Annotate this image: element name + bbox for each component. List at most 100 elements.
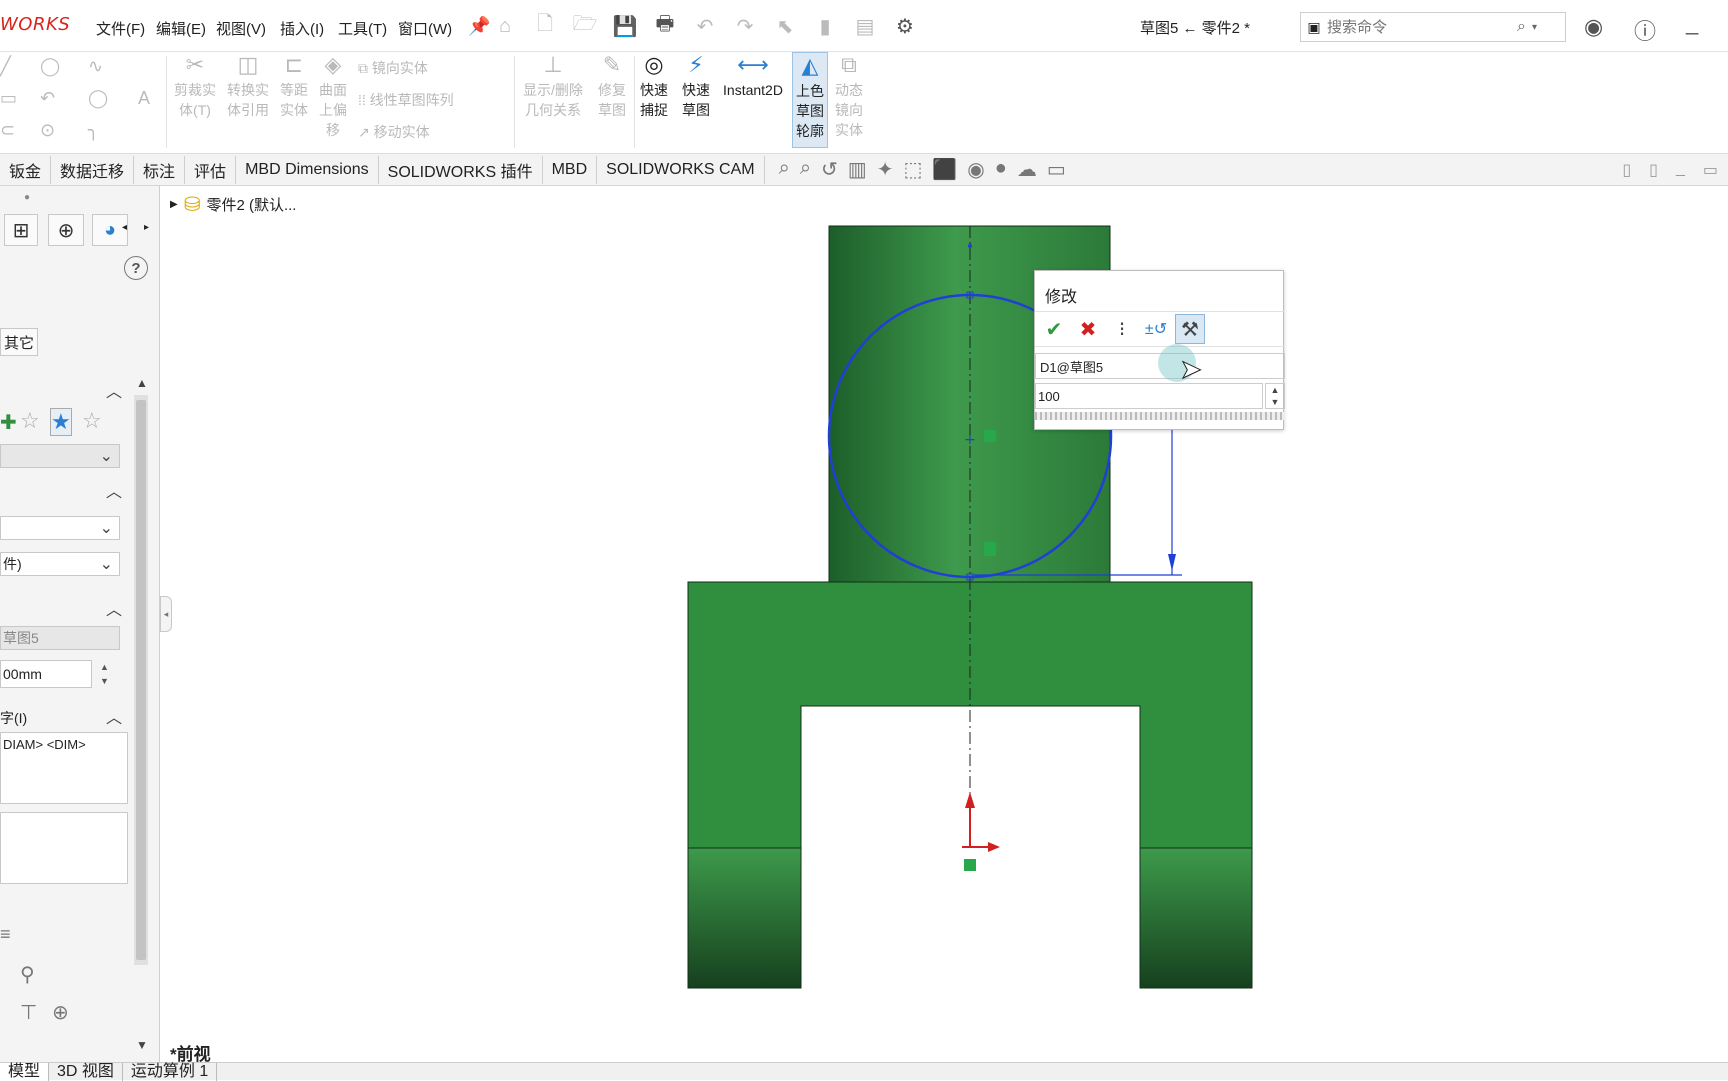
tab-scroll-right-icon[interactable]: ▸: [144, 222, 149, 233]
convert-entities-button[interactable]: ◫ 转换实体引用: [224, 52, 272, 120]
mark-dimension-icon[interactable]: ⚒: [1175, 314, 1205, 344]
add-symbol-icon[interactable]: ⊕: [52, 1000, 69, 1025]
feature-tree-tab-icon[interactable]: ⊞: [4, 214, 38, 246]
help-icon[interactable]: ?: [124, 256, 148, 280]
hide-show-items-icon[interactable]: ◉: [967, 157, 984, 182]
value-spinner[interactable]: ▲ ▼: [100, 660, 109, 688]
arc-icon[interactable]: ↶: [40, 88, 55, 109]
pin-icon[interactable]: 📌: [468, 16, 490, 37]
circle-icon[interactable]: ◯: [40, 56, 60, 77]
new-document-icon[interactable]: 🗋: [532, 13, 558, 39]
print-icon[interactable]: 🖶: [652, 13, 678, 39]
section-view-icon[interactable]: ▥: [848, 157, 867, 182]
value-field[interactable]: 00mm: [0, 660, 92, 688]
tab-other[interactable]: 其它: [0, 328, 38, 356]
vertical-relation-icon[interactable]: [984, 542, 996, 556]
ok-check-icon[interactable]: ✔: [1039, 314, 1069, 344]
tab-solidworks-cam[interactable]: SOLIDWORKS CAM: [597, 155, 765, 184]
feature-tree-root[interactable]: ▶ ⛁ 零件2 (默认...: [170, 192, 296, 217]
collapse-section-icon[interactable]: ︿: [106, 704, 122, 728]
display-delete-relations-button[interactable]: ⊥ 显示/删除几何关系: [520, 52, 586, 120]
coincident-relation-icon[interactable]: [984, 430, 996, 442]
tab-markup[interactable]: 标注: [134, 155, 186, 184]
reverse-sense-icon[interactable]: ±↺: [1141, 314, 1171, 344]
linear-pattern-button[interactable]: ⁞⁞ 线性草图阵列: [358, 90, 454, 110]
tab-mbd-dimensions[interactable]: MBD Dimensions: [236, 155, 379, 184]
zoom-to-fit-icon[interactable]: ⌕: [779, 157, 790, 182]
origin-relation-icon[interactable]: [964, 859, 976, 871]
help-icon[interactable]: ⓘ: [1634, 14, 1656, 46]
fillet-icon[interactable]: ╮: [88, 120, 99, 141]
right-leg[interactable]: [1139, 847, 1253, 989]
gear-icon[interactable]: ⚙: [892, 13, 918, 39]
undo-icon[interactable]: ↶: [692, 13, 718, 39]
mirror-entities-button[interactable]: ⧉ 镜向实体: [358, 58, 428, 78]
home-icon[interactable]: ⌂: [492, 13, 518, 39]
collapse-section-icon[interactable]: ︿: [106, 596, 122, 620]
tab-motion-study[interactable]: 运动算例 1: [123, 1063, 218, 1081]
text-icon[interactable]: A: [138, 88, 150, 109]
edit-appearance-icon[interactable]: ●: [995, 157, 1007, 182]
apply-scene-icon[interactable]: ☁: [1017, 157, 1037, 182]
style-dropdown[interactable]: ⌄: [0, 516, 120, 540]
tab-scroll-left-icon[interactable]: ◂: [122, 222, 127, 233]
tab-3d-view[interactable]: 3D 视图: [49, 1063, 123, 1081]
tab-evaluate[interactable]: 评估: [185, 155, 237, 184]
spline-icon[interactable]: ∿: [88, 56, 103, 77]
property-manager-tab-icon[interactable]: ⊕: [48, 214, 84, 246]
tile-left-icon[interactable]: ▯: [1622, 160, 1631, 180]
scroll-down-icon[interactable]: ▼: [136, 1038, 148, 1052]
panel-scrollbar-thumb[interactable]: [136, 400, 146, 960]
left-leg[interactable]: [687, 847, 802, 989]
shaded-sketch-contours-button[interactable]: ◭ 上色草图轮廓: [792, 52, 828, 148]
file-properties-icon[interactable]: ▤: [852, 13, 878, 39]
justify-icon[interactable]: ≡: [0, 924, 11, 945]
tab-mbd[interactable]: MBD: [543, 155, 598, 184]
tab-model[interactable]: 模型: [0, 1063, 50, 1081]
select-arrow-icon[interactable]: ⬉: [772, 13, 798, 39]
tile-right-icon[interactable]: ▯: [1649, 160, 1658, 180]
chevron-down-icon[interactable]: ▾: [1532, 22, 1537, 33]
expand-arrow-icon[interactable]: ▶: [170, 199, 178, 210]
menu-window[interactable]: 窗口(W): [398, 18, 452, 39]
search-input[interactable]: [1327, 18, 1517, 36]
favorites-dropdown[interactable]: ⌄: [0, 444, 120, 468]
menu-view[interactable]: 视图(V): [216, 18, 266, 39]
favorite-apply-icon[interactable]: ★: [50, 408, 72, 436]
restore-doc-icon[interactable]: ▭: [1703, 160, 1718, 180]
tab-sheet-metal[interactable]: 钣金: [0, 155, 52, 184]
user-account-icon[interactable]: ◉: [1584, 14, 1603, 40]
centerline-endpoint[interactable]: [968, 244, 972, 248]
thumbwheel[interactable]: [1035, 412, 1285, 420]
zoom-area-icon[interactable]: ⌕: [800, 157, 811, 182]
redo-icon[interactable]: ↷: [732, 13, 758, 39]
collapse-section-icon[interactable]: ︿: [106, 478, 122, 502]
minimize-doc-icon[interactable]: _: [1676, 160, 1685, 180]
display-style-icon[interactable]: ⬛: [932, 157, 957, 182]
rebuild-traffic-light-icon[interactable]: ⁝: [1107, 314, 1137, 344]
dynamic-mirror-button[interactable]: ⧉ 动态镜向实体: [832, 52, 866, 140]
dimension-text-box[interactable]: DIAM> <DIM>: [0, 732, 128, 804]
menu-edit[interactable]: 编辑(E): [156, 18, 206, 39]
polygon-icon[interactable]: ◯: [88, 88, 108, 109]
menu-insert[interactable]: 插入(I): [280, 18, 324, 39]
tab-solidworks-addins[interactable]: SOLIDWORKS 插件: [379, 155, 543, 184]
rectangle-icon[interactable]: ▭: [0, 88, 17, 109]
rapid-sketch-button[interactable]: ⚡ 快速草图: [678, 52, 714, 120]
rebuild-icon[interactable]: ▮: [812, 13, 838, 39]
save-icon[interactable]: 💾: [612, 13, 638, 39]
repair-sketch-button[interactable]: ✎ 修复草图: [592, 52, 632, 120]
collapse-section-icon[interactable]: ︿: [106, 378, 122, 402]
cancel-x-icon[interactable]: ✖: [1073, 314, 1103, 344]
trim-entities-button[interactable]: ✂ 剪裁实体(T): [170, 52, 220, 120]
line-icon[interactable]: ╱: [0, 56, 11, 77]
instant2d-button[interactable]: ⟷ Instant2D: [718, 52, 788, 100]
search-box[interactable]: ▣ ⌕ ▾: [1300, 12, 1566, 42]
menu-tools[interactable]: 工具(T): [338, 18, 387, 39]
favorite-add-icon[interactable]: ✚: [0, 410, 17, 435]
scroll-up-icon[interactable]: ▲: [136, 376, 148, 390]
view-settings-icon[interactable]: ▭: [1047, 157, 1066, 182]
leader-icon[interactable]: ⚲: [20, 962, 35, 987]
value-spinner[interactable]: ▲ ▼: [1265, 383, 1285, 409]
slot-icon[interactable]: ⊂: [0, 120, 15, 141]
